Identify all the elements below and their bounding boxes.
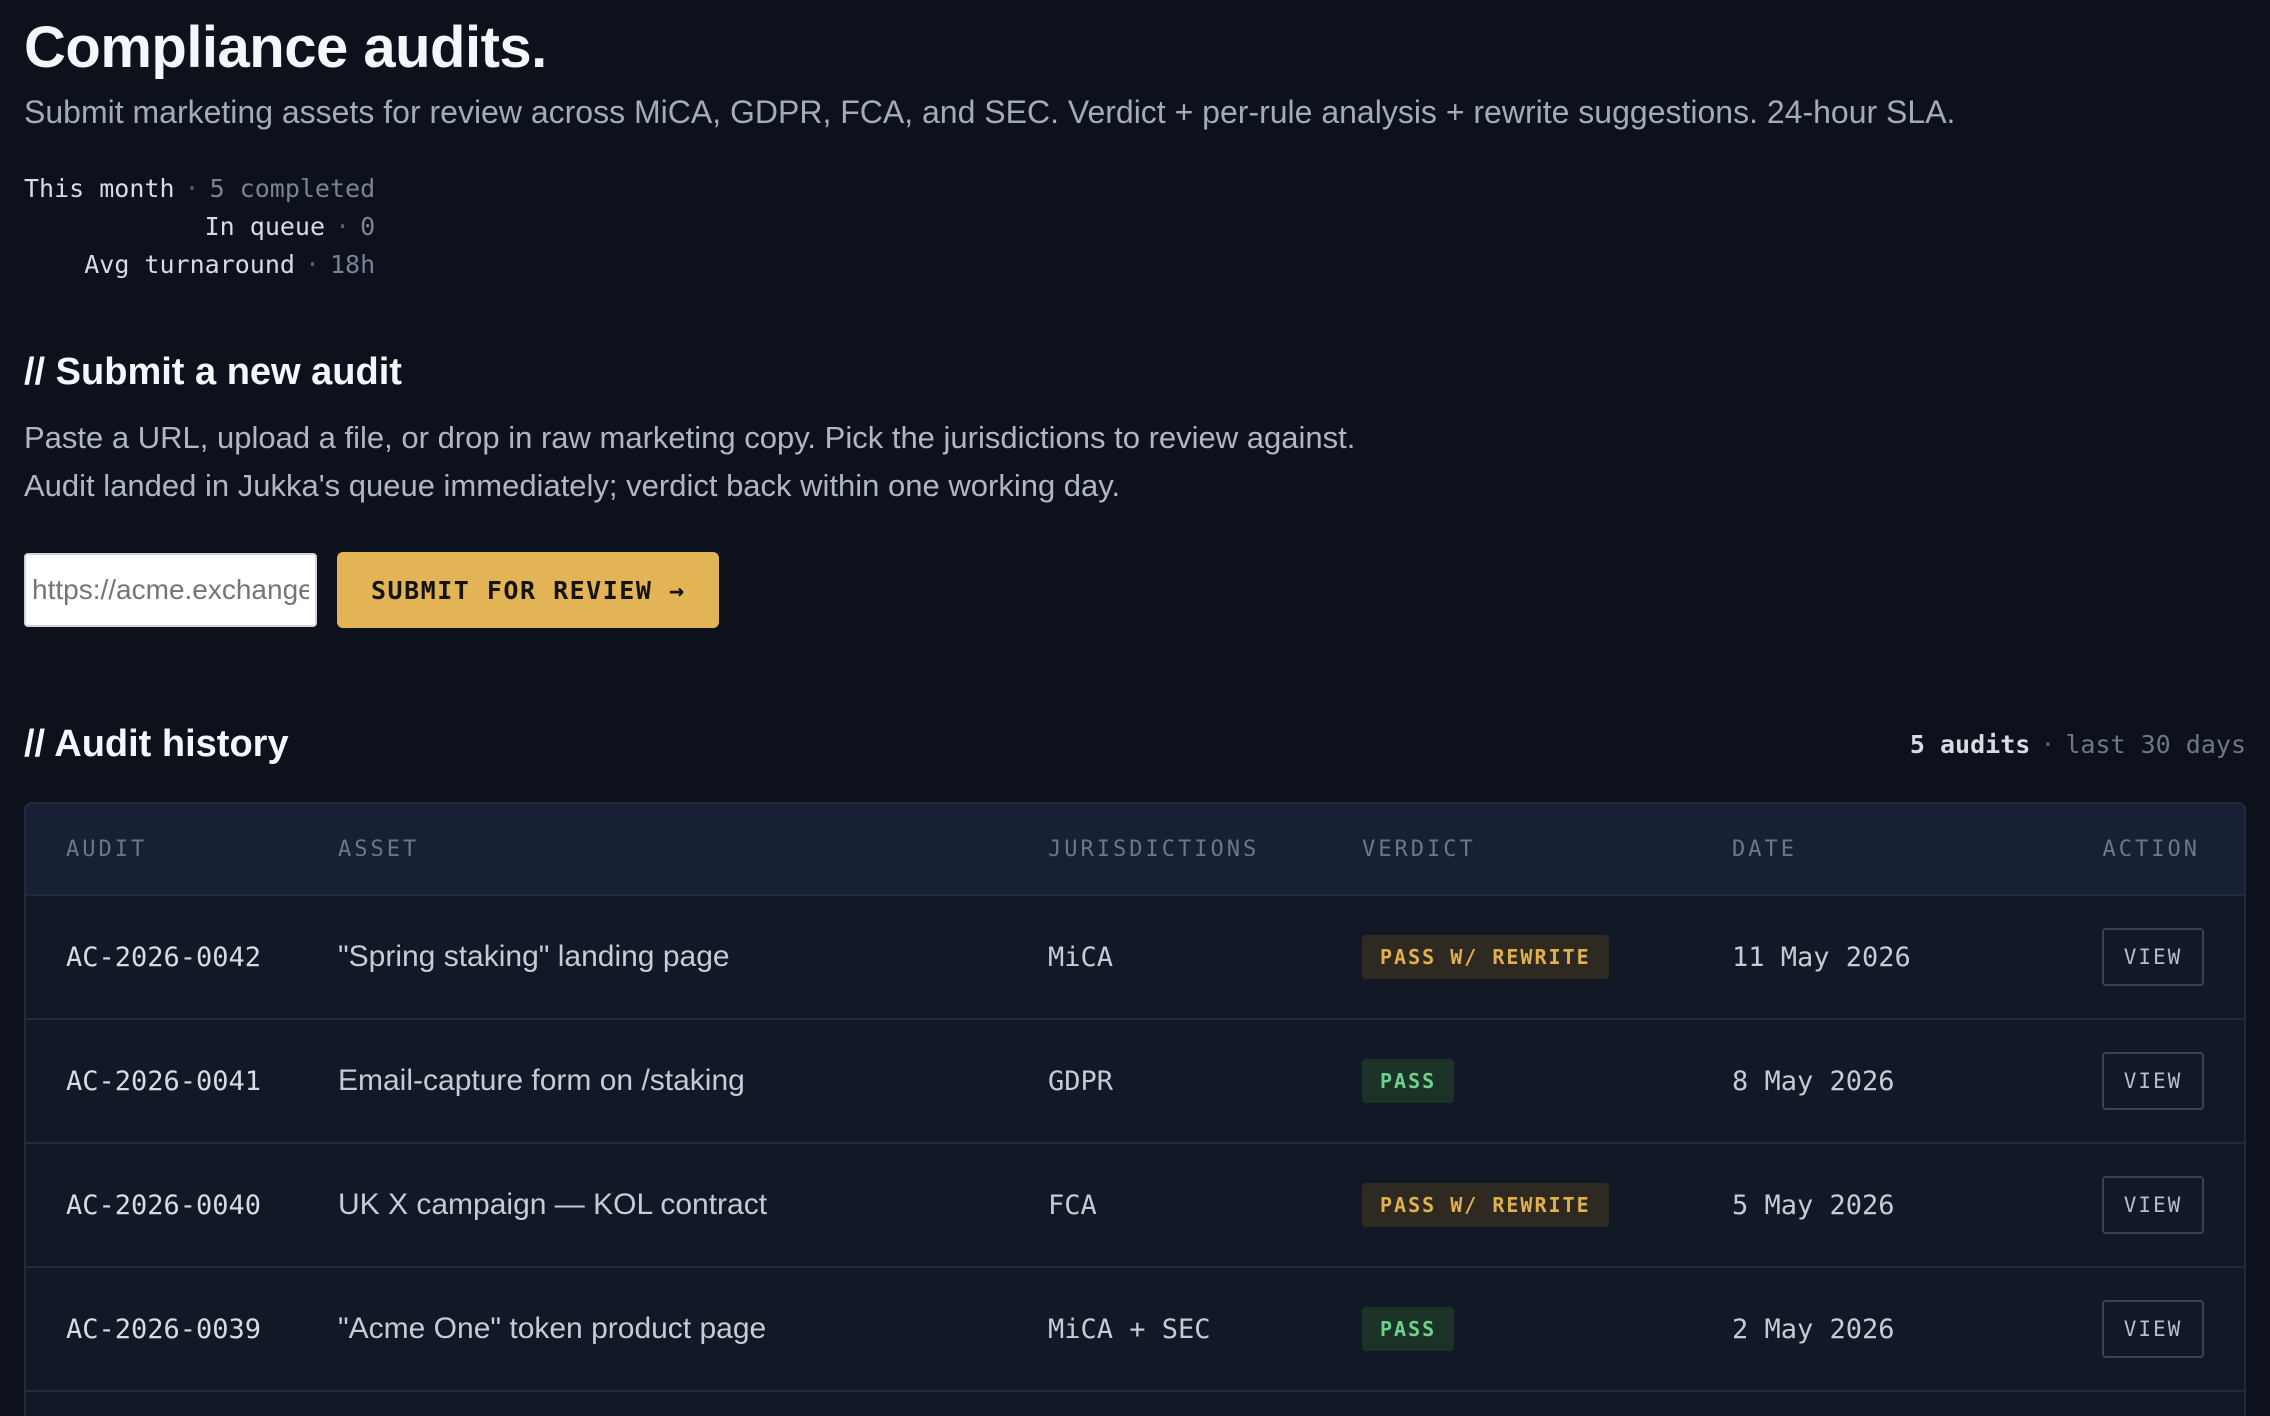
column-header-date: DATE [1732,836,1797,862]
stats-summary: This month · 5 completed In queue · 0 Avg tu… [24,170,375,284]
submit-description: Paste a URL, upload a file, or drop in r… [24,414,2246,510]
jurisdictions: MiCA + SEC [1048,1313,1211,1345]
column-header-asset: ASSET [338,836,420,862]
action-cell: VIEW [2026,928,2244,986]
column-header-action: ACTION [2102,836,2200,862]
submit-heading: // Submit a new audit [24,351,402,393]
view-button[interactable]: VIEW [2102,1176,2204,1234]
separator-dot: · [304,250,320,279]
asset-name: UK X campaign — KOL contract [338,1188,768,1221]
history-meta: 5 audits · last 30 days [1910,730,2246,759]
audit-history-table: AUDIT ASSET JURISDICTIONS VERDICT DATE A… [24,802,2246,1416]
audit-count: 5 audits [1909,729,2031,759]
stat-value: 0 [360,212,376,241]
verdict-badge: PASS [1362,1307,1455,1351]
history-heading: // Audit history [24,723,289,765]
view-button[interactable]: VIEW [2102,1052,2204,1110]
table-row: AC-2026-0042 "Spring staking" landing pa… [26,896,2244,1020]
stat-value: 18h [330,250,376,279]
jurisdictions: GDPR [1048,1065,1114,1097]
column-header-audit: AUDIT [66,836,148,862]
view-button[interactable]: VIEW [2102,1300,2204,1358]
verdict-cell: PASS [1362,1059,1732,1103]
table-header: AUDIT ASSET JURISDICTIONS VERDICT DATE A… [26,804,2244,896]
jurisdictions: FCA [1048,1189,1097,1221]
stat-label: In queue [204,212,326,241]
stat-value: 5 completed [209,174,376,203]
column-header-verdict: VERDICT [1362,836,1476,862]
stat-avg-turnaround: Avg turnaround · 18h [24,246,375,284]
verdict-badge: PASS W/ REWRITE [1362,935,1609,979]
column-header-jurisdictions: JURISDICTIONS [1048,836,1260,862]
verdict-cell: PASS [1362,1307,1732,1351]
asset-name: Email-capture form on /staking [338,1064,745,1097]
asset-name: "Spring staking" landing page [338,940,730,973]
separator-dot: · [335,212,351,241]
submit-description-line1: Paste a URL, upload a file, or drop in r… [24,420,1356,455]
stat-in-queue: In queue · 0 [24,208,376,246]
asset-url-input[interactable] [24,553,317,627]
audit-date: 5 May 2026 [1732,1189,1895,1221]
stat-this-month: This month · 5 completed [24,170,375,208]
table-row: AC-2026-0041 Email-capture form on /stak… [26,1020,2244,1144]
action-cell: VIEW [2026,1176,2244,1234]
audit-id: AC-2026-0039 [66,1313,262,1345]
audit-date: 8 May 2026 [1732,1065,1895,1097]
submit-audit-section: // Submit a new audit Paste a URL, uploa… [24,348,2246,628]
stat-label: This month [24,174,175,203]
table-row: AC-2026-0040 UK X campaign — KOL contrac… [26,1144,2244,1268]
audit-date: 11 May 2026 [1732,941,1911,973]
view-button[interactable]: VIEW [2102,928,2204,986]
separator-dot: · [2040,729,2056,759]
audit-id: AC-2026-0042 [66,941,262,973]
page-subtitle: Submit marketing assets for review acros… [24,94,1956,130]
stat-label: Avg turnaround [84,250,295,279]
submit-description-line2: Audit landed in Jukka's queue immediatel… [24,468,1121,503]
submit-for-review-button[interactable]: SUBMIT FOR REVIEW → [337,552,720,628]
audit-date: 2 May 2026 [1732,1313,1895,1345]
table-row: AC-2026-0039 "Acme One" token product pa… [26,1268,2244,1392]
action-cell: VIEW [2026,1300,2244,1358]
verdict-cell: PASS W/ REWRITE [1362,935,1732,979]
verdict-badge: PASS [1362,1059,1455,1103]
submit-form: SUBMIT FOR REVIEW → [24,552,2246,628]
compliance-audits-page: Compliance audits. Submit marketing asse… [0,0,2270,1416]
audit-id: AC-2026-0041 [66,1065,262,1097]
audit-id: AC-2026-0040 [66,1189,262,1221]
audit-history-header: // Audit history 5 audits · last 30 days [24,720,2246,768]
verdict-badge: PASS W/ REWRITE [1362,1183,1609,1227]
jurisdictions: MiCA [1048,941,1114,973]
page-title: Compliance audits. [24,15,547,80]
separator-dot: · [184,174,200,203]
history-range: last 30 days [2065,729,2246,759]
action-cell: VIEW [2026,1052,2244,1110]
asset-name: "Acme One" token product page [338,1312,767,1345]
verdict-cell: PASS W/ REWRITE [1362,1183,1732,1227]
